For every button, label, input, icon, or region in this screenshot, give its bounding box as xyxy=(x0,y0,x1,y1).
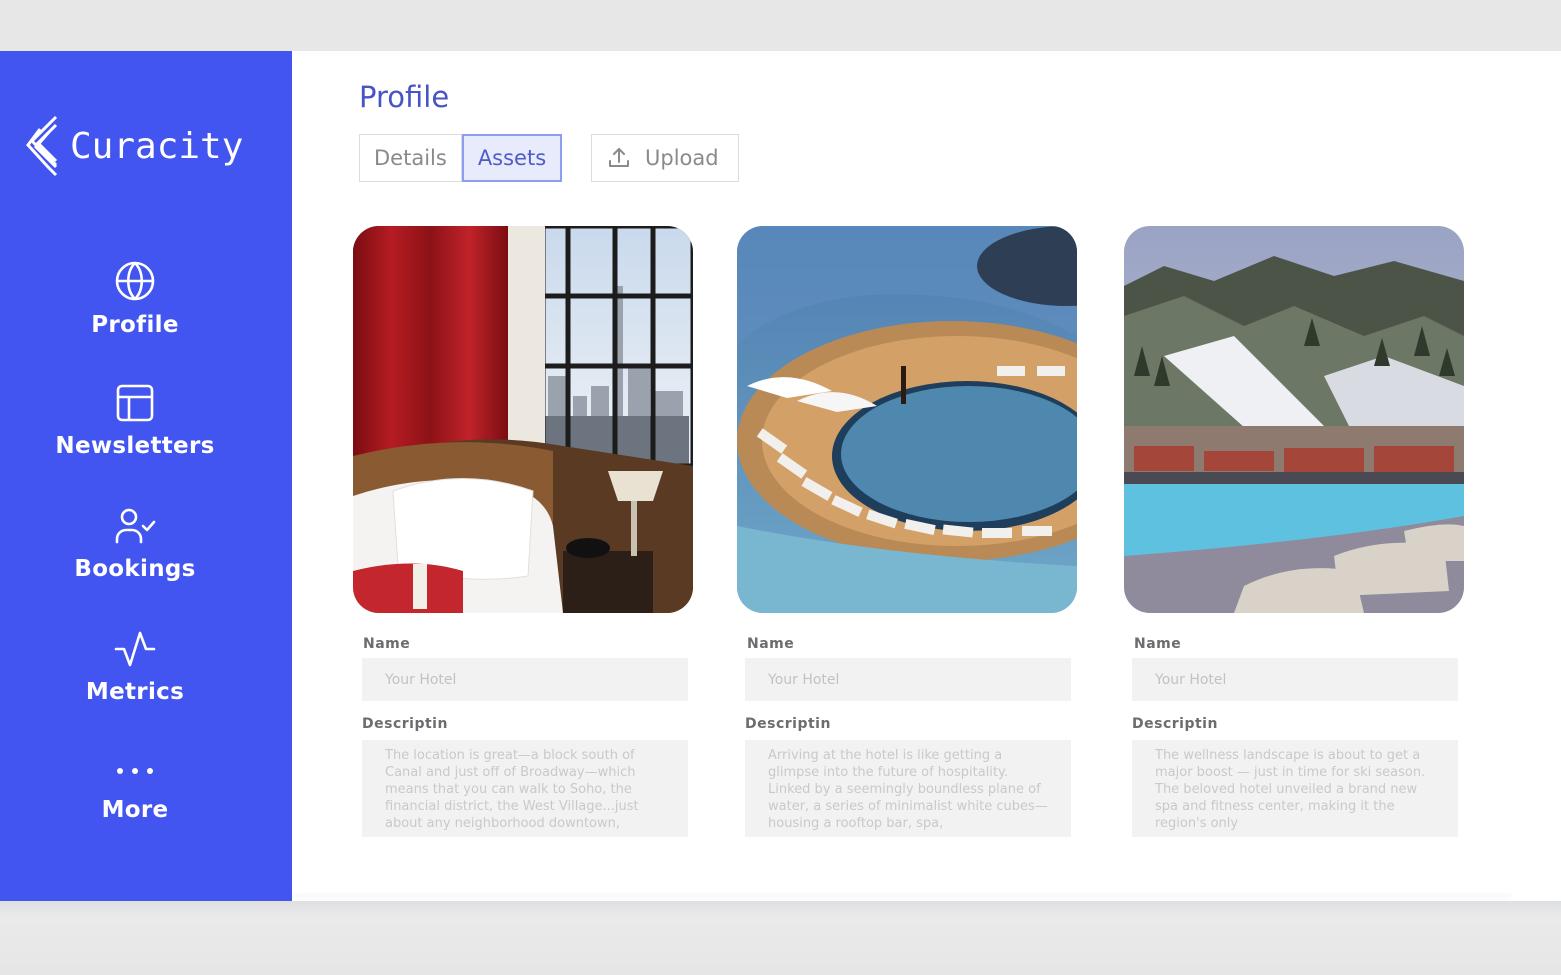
brand-logo[interactable]: Curacity xyxy=(26,115,243,179)
sidebar-item-label: More xyxy=(101,797,169,823)
sidebar-item-more[interactable]: More xyxy=(0,761,270,823)
asset-image[interactable] xyxy=(353,226,693,613)
asset-card xyxy=(1124,226,1464,613)
activity-icon xyxy=(114,631,156,667)
user-check-icon xyxy=(115,508,156,544)
sidebar-item-bookings[interactable]: Bookings xyxy=(0,506,270,582)
sidebar-item-metrics[interactable]: Metrics xyxy=(0,629,270,705)
sidebar-item-newsletters[interactable]: Newsletters xyxy=(0,383,270,459)
desk-background xyxy=(0,901,1561,975)
sidebar-item-label: Bookings xyxy=(74,556,196,582)
hotel-room-icon xyxy=(353,226,693,613)
upload-button[interactable]: Upload xyxy=(591,134,739,182)
sidebar-item-label: Profile xyxy=(91,312,179,338)
brand-name: Curacity xyxy=(70,126,244,167)
description-label: Descriptin xyxy=(745,716,831,732)
layout-icon xyxy=(116,384,154,422)
asset-image[interactable] xyxy=(737,226,1077,613)
tab-bar: Details Assets xyxy=(359,134,563,182)
description-input[interactable]: The location is great—a block south of C… xyxy=(362,740,688,837)
description-label: Descriptin xyxy=(1132,716,1218,732)
sidebar-item-label: Newsletters xyxy=(55,433,215,459)
globe-icon xyxy=(115,261,155,301)
tab-details[interactable]: Details xyxy=(359,134,462,182)
description-input[interactable]: The wellness landscape is about to get a… xyxy=(1132,740,1458,837)
description-input[interactable]: Arriving at the hotel is like getting a … xyxy=(745,740,1071,837)
description-label: Descriptin xyxy=(362,716,448,732)
tab-assets[interactable]: Assets xyxy=(461,134,563,182)
more-dots-icon xyxy=(117,768,153,774)
name-label: Name xyxy=(747,636,795,652)
sidebar-item-label: Metrics xyxy=(85,679,185,705)
sidebar-item-profile[interactable]: Profile xyxy=(0,260,270,338)
name-input[interactable]: Your Hotel xyxy=(745,658,1071,701)
name-label: Name xyxy=(363,636,411,652)
name-input[interactable]: Your Hotel xyxy=(362,658,688,701)
page-title: Profile xyxy=(359,80,450,114)
name-input[interactable]: Your Hotel xyxy=(1132,658,1458,701)
name-label: Name xyxy=(1134,636,1182,652)
rooftop-pool-icon xyxy=(737,226,1077,613)
upload-label: Upload xyxy=(645,146,719,170)
content-shadow xyxy=(292,889,1512,893)
upload-icon xyxy=(609,148,629,167)
app-window: Curacity Profile Newsletters Bookings Me… xyxy=(0,51,1561,901)
curacity-logo-icon xyxy=(26,115,58,177)
mountain-pool-icon xyxy=(1124,226,1464,613)
asset-image[interactable] xyxy=(1124,226,1464,613)
asset-card xyxy=(353,226,693,613)
asset-card xyxy=(737,226,1077,613)
sidebar: Curacity Profile Newsletters Bookings Me… xyxy=(0,51,292,901)
